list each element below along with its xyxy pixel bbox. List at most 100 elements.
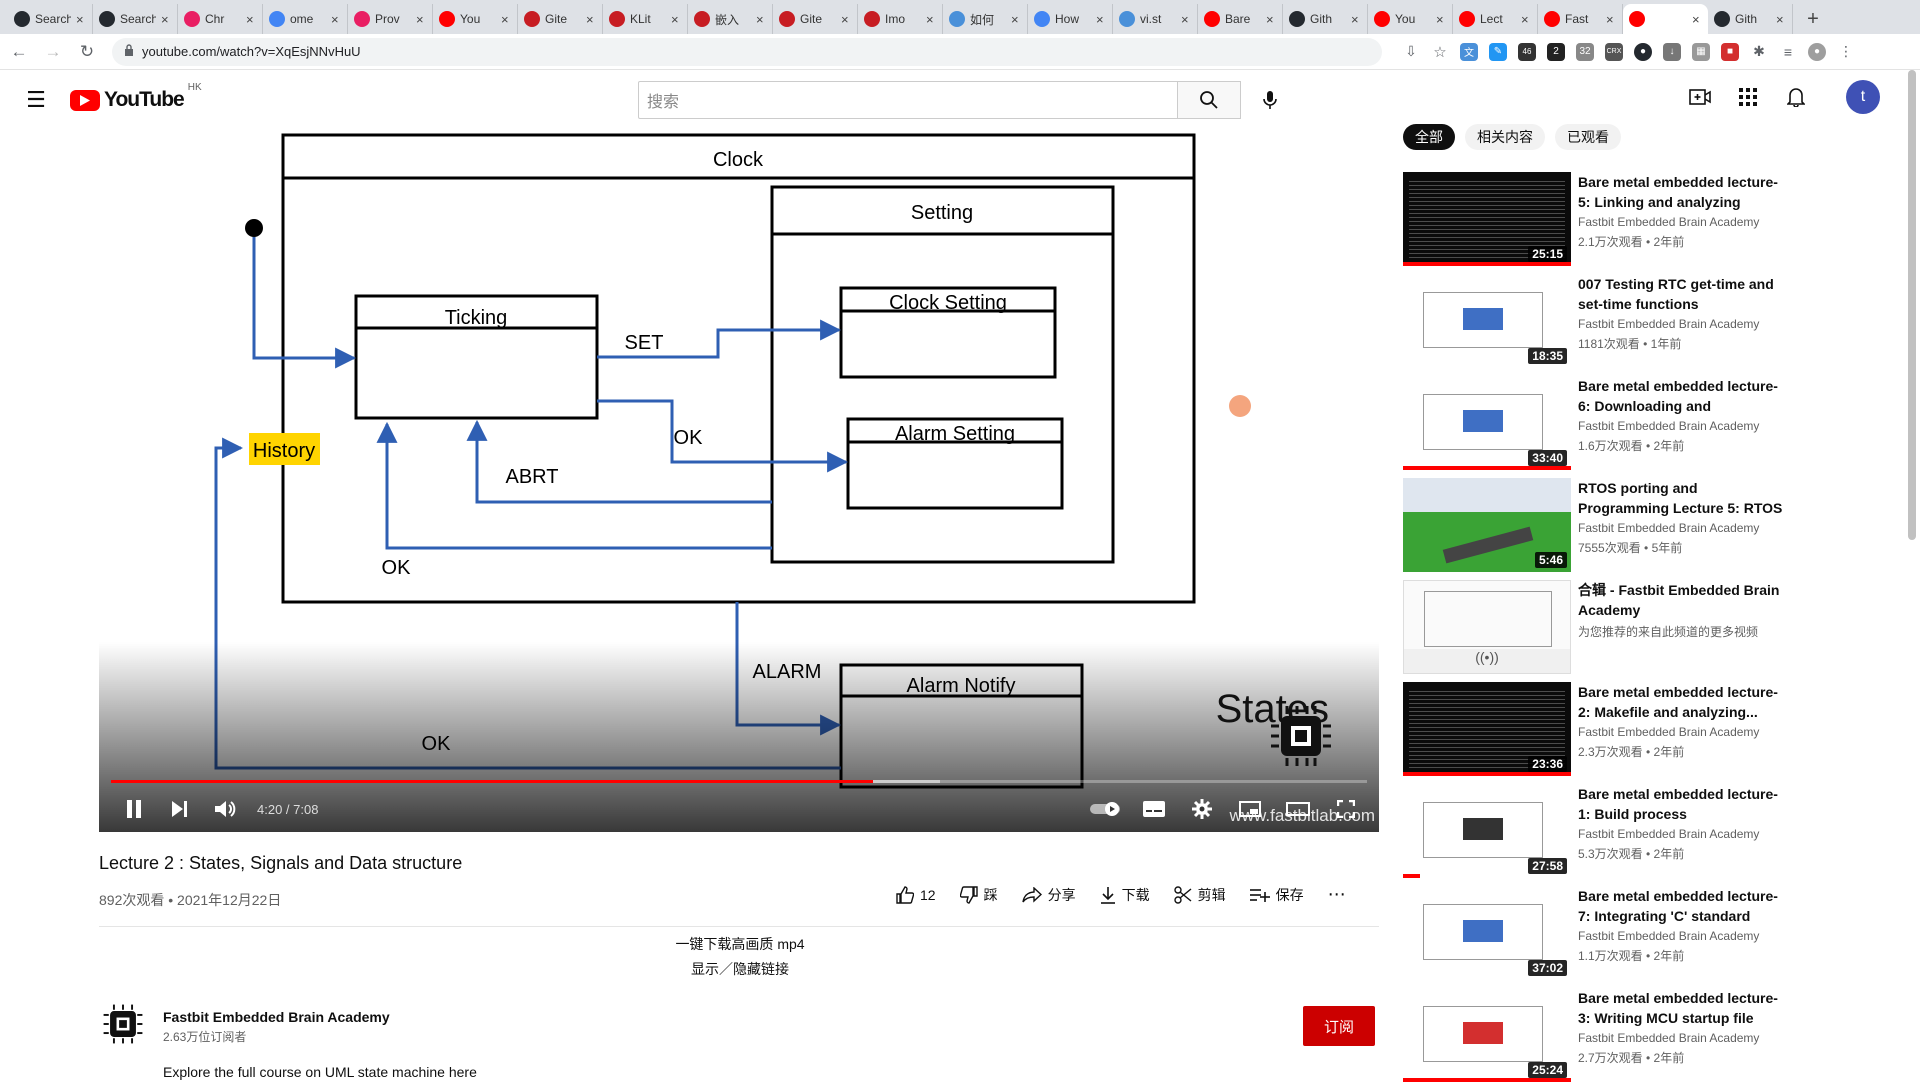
- crx-extension-icon[interactable]: CRX: [1605, 42, 1623, 61]
- close-tab-icon[interactable]: ×: [1606, 12, 1616, 27]
- recommendation-item[interactable]: 37:02 Bare metal embedded lecture-7: Inte…: [1403, 886, 1803, 988]
- recommendation-title[interactable]: Bare metal embedded lecture-1: Build pro…: [1578, 784, 1788, 824]
- recommendation-thumbnail[interactable]: ((•)): [1403, 580, 1571, 674]
- settings-button[interactable]: [1179, 786, 1225, 832]
- clock-extension-icon[interactable]: 46: [1518, 42, 1536, 61]
- recommendation-item[interactable]: 25:24 Bare metal embedded lecture-3: Writ…: [1403, 988, 1803, 1090]
- close-tab-icon[interactable]: ×: [331, 12, 341, 27]
- close-tab-icon[interactable]: ×: [1351, 12, 1361, 27]
- page-scrollbar[interactable]: [1908, 70, 1916, 540]
- notifications-bell-icon[interactable]: [1784, 85, 1808, 109]
- recommendation-thumbnail[interactable]: 25:24: [1403, 988, 1571, 1082]
- close-tab-icon[interactable]: ×: [1266, 12, 1276, 27]
- reading-list-icon[interactable]: ≡: [1779, 43, 1797, 61]
- browser-tab[interactable]: Gite ×: [773, 4, 858, 34]
- browser-tab[interactable]: Imo ×: [858, 4, 943, 34]
- search-button[interactable]: [1177, 81, 1241, 119]
- browser-tab[interactable]: Search ×: [8, 4, 93, 34]
- share-button[interactable]: 分享: [1021, 885, 1076, 905]
- next-button[interactable]: [157, 786, 203, 832]
- youtube-logo[interactable]: YouTube HK: [70, 82, 202, 112]
- github-extension-icon[interactable]: ●: [1634, 42, 1652, 61]
- browser-tab[interactable]: 嵌入 ×: [688, 4, 773, 34]
- recommendation-title[interactable]: Bare metal embedded lecture-2: Makefile …: [1578, 682, 1788, 722]
- chip-all[interactable]: 全部: [1403, 124, 1455, 150]
- browser-tab[interactable]: Search ×: [93, 4, 178, 34]
- close-tab-icon[interactable]: ×: [586, 12, 596, 27]
- recommendation-item[interactable]: 33:40 Bare metal embedded lecture-6: Down…: [1403, 376, 1803, 478]
- recommendation-thumbnail[interactable]: 18:35: [1403, 274, 1571, 368]
- red-badge-extension-icon[interactable]: 2: [1547, 42, 1565, 61]
- address-bar[interactable]: youtube.com/watch?v=XqEsjNNvHuU: [112, 37, 1382, 66]
- chip-related[interactable]: 相关内容: [1465, 124, 1545, 150]
- browser-tab[interactable]: ome ×: [263, 4, 348, 34]
- stopwatch-extension-icon[interactable]: 32: [1576, 42, 1594, 61]
- autoplay-toggle[interactable]: [1083, 786, 1129, 832]
- like-button[interactable]: 12: [896, 885, 936, 904]
- recommendation-thumbnail[interactable]: 23:36: [1403, 682, 1571, 776]
- close-tab-icon[interactable]: ×: [1521, 12, 1531, 27]
- search-input[interactable]: 搜索: [638, 81, 1178, 119]
- recommendation-thumbnail[interactable]: 27:58: [1403, 784, 1571, 878]
- browser-tab[interactable]: Gith ×: [1283, 4, 1368, 34]
- browser-tab[interactable]: Prov ×: [348, 4, 433, 34]
- browser-tab[interactable]: vi.st ×: [1113, 4, 1198, 34]
- forward-button[interactable]: →: [38, 37, 68, 67]
- reload-button[interactable]: ↻: [72, 37, 102, 67]
- puzzle-extensions-icon[interactable]: ✱: [1750, 43, 1768, 61]
- channel-avatar[interactable]: [99, 1000, 147, 1048]
- dislike-button[interactable]: 踩: [959, 885, 998, 905]
- toolbox-extension-icon[interactable]: ▦: [1692, 42, 1710, 61]
- voice-search-button[interactable]: [1251, 81, 1289, 119]
- browser-tab[interactable]: Bare ×: [1198, 4, 1283, 34]
- subtitles-button[interactable]: [1131, 786, 1177, 832]
- recommendation-thumbnail[interactable]: 37:02: [1403, 886, 1571, 980]
- close-tab-icon[interactable]: ×: [161, 12, 171, 27]
- recommendation-title[interactable]: Bare metal embedded lecture-7: Integrati…: [1578, 886, 1788, 926]
- close-tab-icon[interactable]: ×: [671, 12, 681, 27]
- close-tab-icon[interactable]: ×: [1692, 12, 1702, 27]
- close-tab-icon[interactable]: ×: [756, 12, 766, 27]
- channel-name[interactable]: Fastbit Embedded Brain Academy: [163, 1009, 390, 1025]
- browser-tab[interactable]: Gite ×: [518, 4, 603, 34]
- browser-tab[interactable]: You ×: [1368, 4, 1453, 34]
- toggle-links-link[interactable]: 显示／隐藏链接: [640, 959, 840, 979]
- recommendation-title[interactable]: 007 Testing RTC get-time and set-time fu…: [1578, 274, 1788, 314]
- edit-extension-icon[interactable]: ✎: [1489, 42, 1507, 61]
- recommendation-title[interactable]: Bare metal embedded lecture-3: Writing M…: [1578, 988, 1788, 1028]
- pause-button[interactable]: [111, 786, 157, 832]
- save-button[interactable]: 保存: [1249, 885, 1304, 905]
- browser-tab[interactable]: KLit ×: [603, 4, 688, 34]
- close-tab-icon[interactable]: ×: [1776, 12, 1786, 27]
- recommendation-thumbnail[interactable]: 5:46: [1403, 478, 1571, 572]
- miniplayer-button[interactable]: [1227, 786, 1273, 832]
- close-tab-icon[interactable]: ×: [501, 12, 511, 27]
- back-button[interactable]: ←: [4, 37, 34, 67]
- browser-tab[interactable]: How ×: [1028, 4, 1113, 34]
- fullscreen-button[interactable]: [1323, 786, 1369, 832]
- browser-tab[interactable]: Lect ×: [1453, 4, 1538, 34]
- chip-watched[interactable]: 已观看: [1555, 124, 1621, 150]
- browser-menu-icon[interactable]: ⋮: [1837, 43, 1855, 61]
- more-actions-button[interactable]: ⋯: [1328, 884, 1347, 905]
- flag-extension-icon[interactable]: ■: [1721, 42, 1739, 61]
- browser-tab[interactable]: Chr ×: [178, 4, 263, 34]
- recommendation-item[interactable]: 5:46 RTOS porting and Programming Lecture…: [1403, 478, 1803, 580]
- close-tab-icon[interactable]: ×: [1436, 12, 1446, 27]
- recommendation-item[interactable]: ((•)) 合辑 - Fastbit Embedded Brain Academy…: [1403, 580, 1803, 682]
- download-extension-icon[interactable]: ↓: [1663, 42, 1681, 61]
- clip-button[interactable]: 剪辑: [1173, 885, 1226, 905]
- recommendation-title[interactable]: RTOS porting and Programming Lecture 5: …: [1578, 478, 1788, 518]
- bookmark-star-icon[interactable]: ☆: [1431, 43, 1449, 61]
- close-tab-icon[interactable]: ×: [841, 12, 851, 27]
- recommendation-item[interactable]: 27:58 Bare metal embedded lecture-1: Buil…: [1403, 784, 1803, 886]
- new-tab-button[interactable]: +: [1797, 4, 1829, 34]
- recommendation-title[interactable]: Bare metal embedded lecture-6: Downloadi…: [1578, 376, 1788, 416]
- recommendation-item[interactable]: 25:15 Bare metal embedded lecture-5: Link…: [1403, 172, 1803, 274]
- recommendation-title[interactable]: Bare metal embedded lecture-5: Linking a…: [1578, 172, 1788, 212]
- recommendation-item[interactable]: 23:36 Bare metal embedded lecture-2: Make…: [1403, 682, 1803, 784]
- recommendation-thumbnail[interactable]: 25:15: [1403, 172, 1571, 266]
- subscribe-button[interactable]: 订阅: [1303, 1006, 1375, 1046]
- video-player[interactable]: Clock Setting Ticking Clock Setting Alar…: [99, 130, 1379, 832]
- browser-tab[interactable]: ×: [1623, 4, 1708, 34]
